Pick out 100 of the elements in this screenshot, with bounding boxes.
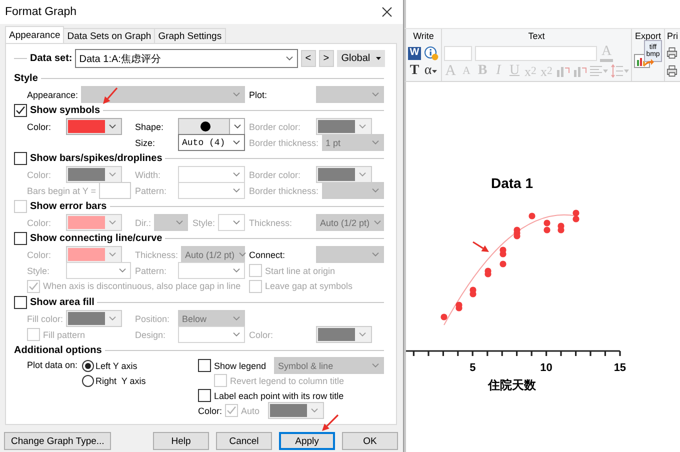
chevron-icon bbox=[233, 92, 240, 97]
field-label: Dir.: bbox=[135, 218, 152, 228]
checkbox[interactable] bbox=[198, 359, 211, 372]
toolbar-button[interactable]: W bbox=[408, 46, 421, 60]
chevron-icon bbox=[176, 220, 182, 225]
circle-icon bbox=[200, 121, 211, 132]
checkbox[interactable] bbox=[14, 232, 27, 244]
dialog-button[interactable]: Cancel bbox=[216, 432, 272, 450]
field-label: Pattern: bbox=[135, 186, 168, 196]
checkbox[interactable] bbox=[14, 152, 27, 164]
section-title: Show connecting line/curve bbox=[30, 232, 162, 244]
previous-button[interactable]: < bbox=[301, 50, 316, 67]
field-label: Size: bbox=[135, 138, 156, 148]
field-label: Fill color: bbox=[27, 314, 64, 324]
field-label: Border color: bbox=[249, 170, 302, 180]
annotation-arrow bbox=[103, 87, 118, 104]
dialog-button[interactable]: OK bbox=[342, 432, 398, 450]
checkbox-label: Auto bbox=[241, 406, 260, 416]
radio-label: Left Y axis bbox=[96, 360, 138, 370]
field-label: Color: bbox=[27, 122, 52, 132]
checkbox-label: When axis is discontinuous, also place gap in line bbox=[43, 281, 241, 291]
field-label: Bars begin at Y = bbox=[27, 186, 96, 196]
checkbox-label: Revert legend to column title bbox=[230, 376, 344, 386]
annotation-arrow bbox=[472, 241, 489, 252]
tab[interactable]: Data Sets on Graph bbox=[63, 28, 156, 43]
checkbox-label: Leave gap at symbols bbox=[265, 281, 353, 291]
chevron-icon bbox=[359, 332, 366, 337]
tab[interactable]: Appearance bbox=[5, 26, 64, 43]
chevron-icon bbox=[233, 220, 240, 225]
field-label: Color: bbox=[249, 330, 274, 340]
tick-label: 15 bbox=[614, 362, 626, 374]
tab[interactable]: Graph Settings bbox=[154, 28, 226, 43]
chart-title: Data 1 bbox=[490, 175, 534, 191]
chevron-icon bbox=[233, 140, 240, 145]
field-label: Thickness: bbox=[135, 250, 178, 260]
chevron-icon bbox=[233, 268, 240, 273]
dropdown[interactable] bbox=[178, 118, 245, 135]
chevron-icon bbox=[372, 92, 379, 97]
chevron-icon bbox=[372, 363, 379, 368]
chevron-icon bbox=[233, 316, 240, 321]
chevron-icon bbox=[233, 188, 240, 193]
group-title: Pri bbox=[667, 30, 678, 43]
section-title: Show error bars bbox=[30, 200, 107, 212]
field-label: Shape: bbox=[135, 122, 165, 132]
window-title: Format Graph bbox=[5, 6, 77, 18]
group-title: Write bbox=[413, 30, 434, 43]
chevron-icon bbox=[109, 252, 116, 257]
chevron-icon bbox=[233, 332, 240, 337]
checkbox[interactable] bbox=[198, 389, 211, 402]
field-label: Color: bbox=[27, 250, 52, 260]
printer-icon[interactable] bbox=[667, 65, 677, 77]
field-label: Appearance: bbox=[27, 90, 78, 100]
caret-icon bbox=[432, 70, 437, 72]
field-label: Connect: bbox=[249, 250, 286, 260]
field-label: Style: bbox=[192, 218, 216, 228]
dropdown[interactable]: Data 1:A:焦虑评分 bbox=[75, 49, 298, 68]
group-title: Text bbox=[528, 30, 545, 43]
chevron-icon bbox=[359, 172, 366, 177]
chevron-icon bbox=[234, 124, 240, 129]
printer-icon[interactable] bbox=[667, 47, 677, 59]
chevron-icon bbox=[109, 124, 116, 129]
chevron-icon bbox=[372, 188, 379, 193]
chevron-icon bbox=[109, 220, 116, 225]
toolbar-button[interactable]: α bbox=[424, 63, 437, 79]
axis-title: 住院天数 bbox=[488, 378, 536, 392]
radio-button[interactable] bbox=[82, 374, 94, 386]
section-title: Show symbols bbox=[30, 104, 100, 116]
field-label: Plot: bbox=[249, 90, 268, 100]
dialog-button[interactable]: Apply bbox=[279, 432, 335, 450]
chevron-icon bbox=[372, 252, 379, 257]
info-icon[interactable] bbox=[424, 46, 439, 60]
arrow-icon bbox=[643, 58, 655, 68]
field-label: Design: bbox=[135, 330, 167, 340]
combo-box[interactable]: Auto (4) bbox=[178, 134, 245, 151]
checkbox-label: Fill pattern bbox=[43, 330, 86, 340]
field-label: Border thickness: bbox=[249, 186, 319, 196]
field-label: Color: bbox=[27, 218, 52, 228]
tick-label: 10 bbox=[540, 362, 552, 374]
toolbar-button[interactable]: T bbox=[408, 63, 421, 79]
tick-label: 5 bbox=[470, 362, 476, 374]
color-picker[interactable] bbox=[66, 118, 122, 135]
checkbox-label: Start line at origin bbox=[265, 266, 336, 276]
chevron-icon bbox=[310, 408, 318, 413]
radio-button[interactable] bbox=[82, 360, 94, 372]
field-label: Data set: bbox=[30, 53, 72, 64]
chevron-icon bbox=[109, 172, 116, 177]
checkbox[interactable] bbox=[14, 104, 27, 116]
dialog-button[interactable]: Change Graph Type... bbox=[4, 432, 112, 450]
group-title: Export bbox=[634, 30, 661, 43]
next-button[interactable]: > bbox=[319, 50, 334, 67]
field-label: Position: bbox=[135, 314, 171, 324]
close-icon[interactable] bbox=[382, 7, 392, 17]
checkbox[interactable] bbox=[14, 296, 27, 308]
chevron-icon bbox=[119, 268, 126, 273]
section-title: Show area fill bbox=[30, 296, 94, 308]
radio-label: Right Y axis bbox=[96, 376, 146, 386]
checkbox-label: Show legend bbox=[214, 360, 266, 370]
field-label: Border thickness: bbox=[249, 138, 319, 148]
dialog-button[interactable]: Help bbox=[153, 432, 209, 450]
scope-dropdown[interactable]: Global bbox=[337, 50, 386, 67]
